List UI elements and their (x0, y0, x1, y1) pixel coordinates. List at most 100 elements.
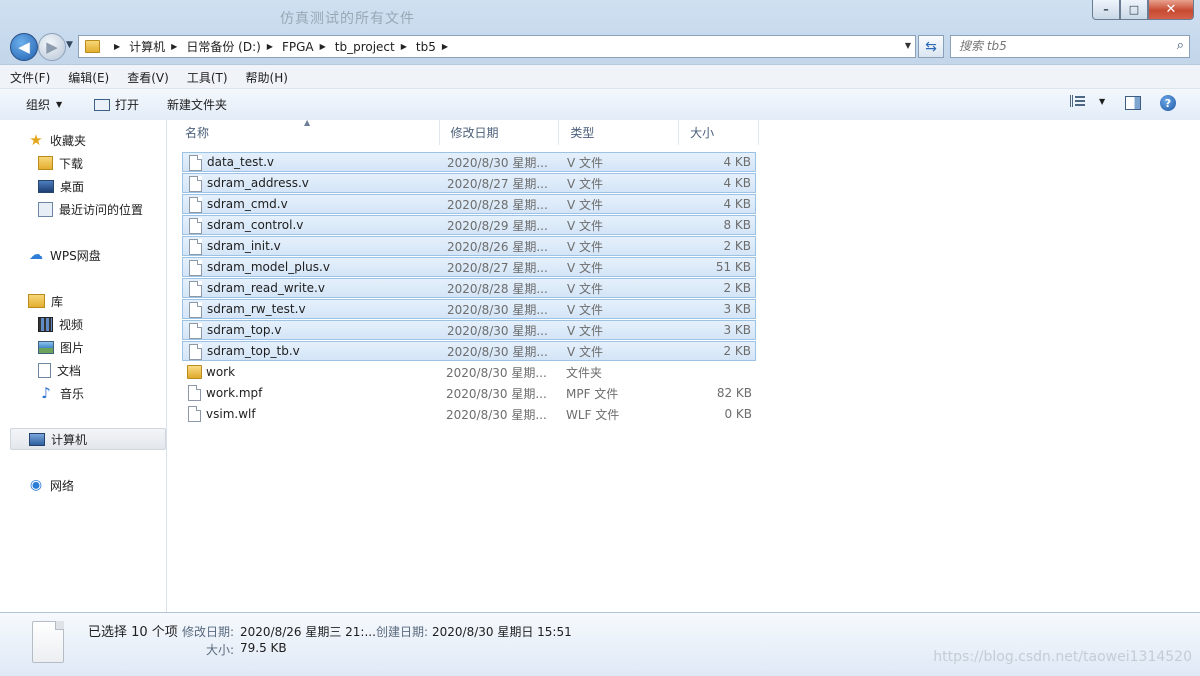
file-name: vsim.wlf (206, 407, 256, 421)
file-type: V 文件 (567, 176, 604, 191)
file-date: 2020/8/30 星期... (447, 344, 548, 359)
sidebar-item-libraries[interactable]: 库 (28, 291, 63, 311)
file-size: 3 KB (723, 323, 751, 337)
file-icon (189, 218, 202, 234)
sidebar-item-desktop[interactable]: 桌面 (38, 176, 84, 196)
file-icon (189, 281, 202, 297)
open-button[interactable]: 打开 (94, 96, 139, 113)
sidebar-item-computer[interactable]: 计算机 (10, 428, 166, 450)
search-box[interactable]: ⌕ (950, 35, 1190, 58)
menu-item[interactable]: 文件(F) (0, 69, 58, 86)
table-row[interactable]: work.mpf 2020/8/30 星期... MPF 文件 82 KB (182, 383, 756, 403)
forward-button[interactable]: ▶ (38, 33, 66, 61)
minimize-button[interactable]: – (1092, 0, 1120, 20)
breadcrumb-item[interactable]: ▶ 计算机 ▶ (108, 38, 186, 55)
sidebar-item-downloads[interactable]: 下载 (38, 153, 83, 173)
sidebar-item-music[interactable]: ♪ 音乐 (38, 383, 84, 403)
table-row[interactable]: sdram_address.v 2020/8/27 星期... V 文件 4 KB (182, 173, 756, 193)
file-size: 0 KB (724, 407, 752, 421)
breadcrumb-label: 计算机 (129, 40, 166, 54)
change-view-button[interactable]: ▼ (1070, 95, 1105, 107)
file-type: MPF 文件 (566, 386, 619, 401)
sidebar-item-videos[interactable]: 视频 (38, 314, 83, 334)
file-size: 8 KB (723, 218, 751, 232)
sidebar-item-label: WPS网盘 (50, 248, 101, 263)
table-row[interactable]: sdram_rw_test.v 2020/8/30 星期... V 文件 3 KB (182, 299, 756, 319)
sidebar-item-wps[interactable]: ☁ WPS网盘 (28, 245, 101, 265)
menu-item[interactable]: 编辑(E) (58, 69, 117, 86)
table-row[interactable]: sdram_model_plus.v 2020/8/27 星期... V 文件 51 … (182, 257, 756, 277)
sidebar-item-label: 最近访问的位置 (59, 202, 144, 217)
column-label: 大小 (690, 126, 715, 140)
file-icon (189, 197, 202, 213)
table-row[interactable]: sdram_control.v 2020/8/29 星期... V 文件 8 KB (182, 215, 756, 235)
breadcrumb-separator-icon[interactable]: ▶ (401, 42, 407, 51)
back-button[interactable]: ◀ (10, 33, 38, 61)
sidebar-item-documents[interactable]: 文档 (38, 360, 81, 380)
organize-button[interactable]: 组织 ▼ (26, 96, 62, 113)
menu-item[interactable]: 帮助(H) (236, 69, 296, 86)
table-row[interactable]: sdram_top_tb.v 2020/8/30 星期... V 文件 2 KB (182, 341, 756, 361)
maximize-button[interactable]: □ (1120, 0, 1148, 20)
file-size: 4 KB (723, 155, 751, 169)
column-header-size[interactable]: 大小 (679, 120, 759, 145)
new-folder-label: 新建文件夹 (167, 98, 228, 112)
search-icon[interactable]: ⌕ (1177, 38, 1184, 53)
table-row[interactable]: sdram_cmd.v 2020/8/28 星期... V 文件 4 KB (182, 194, 756, 214)
sidebar-item-recent[interactable]: 最近访问的位置 (38, 199, 143, 219)
sidebar-item-favorites[interactable]: ★ 收藏夹 (28, 130, 86, 150)
breadcrumb-item[interactable]: tb5 ▶ (416, 40, 457, 54)
breadcrumb-item[interactable]: tb_project ▶ (335, 40, 416, 54)
preview-pane-button[interactable] (1125, 96, 1141, 110)
breadcrumb-separator-icon[interactable]: ▶ (320, 42, 326, 51)
file-type: V 文件 (567, 218, 604, 233)
file-date: 2020/8/30 星期... (446, 365, 547, 380)
sidebar-item-label: 库 (51, 294, 64, 309)
library-icon (28, 294, 45, 308)
window-icon (94, 98, 110, 111)
breadcrumb-separator-icon[interactable]: ▶ (442, 42, 448, 51)
sidebar-item-label: 收藏夹 (50, 133, 87, 148)
file-type: WLF 文件 (566, 407, 620, 422)
file-type: V 文件 (567, 260, 604, 275)
column-header-type[interactable]: 类型 (559, 120, 680, 145)
maximize-icon: □ (1128, 3, 1140, 16)
navigation-pane: ★ 收藏夹 下载 桌面 最近访问的位置 ☁ WPS网盘 库 视频 图片 文档 ♪… (0, 120, 167, 612)
address-row: ◀ ▶ ▼ ▶ 计算机 ▶ 日常备份 (D:) ▶ FPGA ▶ tb_project ▶ tb5… (0, 32, 1200, 61)
menu-item[interactable]: 查看(V) (117, 69, 177, 86)
address-bar[interactable]: ▶ 计算机 ▶ 日常备份 (D:) ▶ FPGA ▶ tb_project ▶ tb5 ▶ ▼ (78, 35, 916, 58)
menu-item[interactable]: 工具(T) (177, 69, 236, 86)
address-history-dropdown[interactable]: ▼ (905, 41, 911, 50)
network-icon: ◉ (29, 477, 43, 493)
help-icon: ? (1164, 96, 1172, 110)
sidebar-item-network[interactable]: ◉ 网络 (28, 475, 74, 495)
column-header-date[interactable]: 修改日期 (440, 120, 560, 145)
help-button[interactable]: ? (1160, 95, 1176, 111)
size-value: 79.5 KB (240, 641, 287, 655)
table-row[interactable]: sdram_read_write.v 2020/8/28 星期... V 文件 2 K… (182, 278, 756, 298)
sidebar-item-label: 计算机 (51, 432, 88, 447)
table-row[interactable]: vsim.wlf 2020/8/30 星期... WLF 文件 0 KB (182, 404, 756, 424)
file-date: 2020/8/26 星期... (447, 239, 548, 254)
table-row[interactable]: sdram_init.v 2020/8/26 星期... V 文件 2 KB (182, 236, 756, 256)
close-button[interactable]: ✕ (1148, 0, 1194, 20)
details-pane: 已选择 10 个项 修改日期: 2020/8/26 星期三 21:... 创建日… (0, 612, 1200, 676)
table-row[interactable]: data_test.v 2020/8/30 星期... V 文件 4 KB (182, 152, 756, 172)
breadcrumb-separator-icon[interactable]: ▶ (171, 42, 177, 51)
file-type: V 文件 (567, 197, 604, 212)
recent-pages-dropdown[interactable]: ▼ (66, 40, 73, 50)
column-header-name[interactable]: 名称 ▲ (167, 118, 440, 145)
document-icon (38, 362, 51, 378)
refresh-button[interactable]: ⇆ (918, 35, 944, 58)
search-input[interactable] (951, 36, 1159, 55)
new-folder-button[interactable]: 新建文件夹 (167, 96, 227, 113)
file-size: 51 KB (715, 260, 751, 274)
breadcrumb-separator-icon[interactable]: ▶ (114, 42, 120, 51)
table-row[interactable]: work 2020/8/30 星期... 文件夹 (182, 362, 756, 382)
breadcrumb-separator-icon[interactable]: ▶ (267, 42, 273, 51)
table-row[interactable]: sdram_top.v 2020/8/30 星期... V 文件 3 KB (182, 320, 756, 340)
file-date: 2020/8/29 星期... (447, 218, 548, 233)
breadcrumb-item[interactable]: FPGA ▶ (282, 40, 335, 54)
sidebar-item-pictures[interactable]: 图片 (38, 337, 84, 357)
breadcrumb-item[interactable]: 日常备份 (D:) ▶ (186, 38, 282, 55)
